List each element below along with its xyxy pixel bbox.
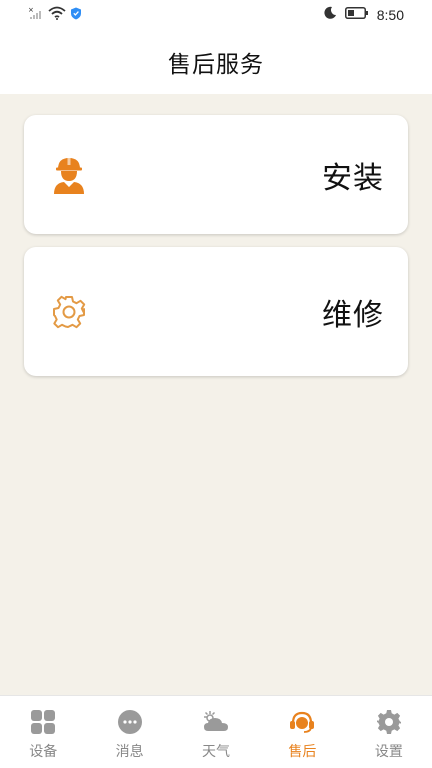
settings-icon (375, 708, 403, 736)
weather-icon (202, 708, 230, 736)
worker-icon (52, 155, 86, 195)
status-bar: × 8:50 (0, 0, 432, 30)
nav-label-weather: 天气 (202, 744, 231, 760)
install-card[interactable]: 安装 (24, 115, 408, 234)
nav-label-settings: 设置 (374, 744, 403, 760)
repair-label: 维修 (322, 297, 384, 333)
headset-icon (288, 708, 316, 736)
nav-item-weather[interactable]: 天气 (173, 696, 259, 768)
nav-item-devices[interactable]: 设备 (0, 696, 86, 768)
gear-icon (52, 292, 86, 332)
status-time: 8:50 (376, 7, 404, 23)
grid-icon (29, 708, 57, 736)
nav-label-messages: 消息 (115, 744, 144, 760)
page-title: 售后服务 (168, 52, 264, 78)
nav-item-settings[interactable]: 设置 (346, 696, 432, 768)
battery-icon (344, 6, 369, 24)
status-right: 8:50 (323, 6, 404, 24)
nav-label-after-sales: 售后 (288, 744, 317, 760)
page-header: 售后服务 (0, 30, 432, 94)
status-left: × (28, 6, 82, 24)
svg-text:×: × (28, 6, 34, 14)
shield-icon (70, 7, 82, 24)
nav-item-after-sales[interactable]: 售后 (259, 696, 345, 768)
bottom-nav: 设备 消息 天气 售后 设置 (0, 695, 432, 768)
nav-label-devices: 设备 (29, 744, 58, 760)
install-label: 安装 (322, 160, 384, 196)
moon-icon (323, 6, 337, 24)
chat-icon (116, 708, 144, 736)
signal-icon: × (28, 6, 44, 24)
repair-card[interactable]: 维修 (24, 247, 408, 376)
nav-item-messages[interactable]: 消息 (86, 696, 172, 768)
wifi-icon (48, 6, 66, 24)
